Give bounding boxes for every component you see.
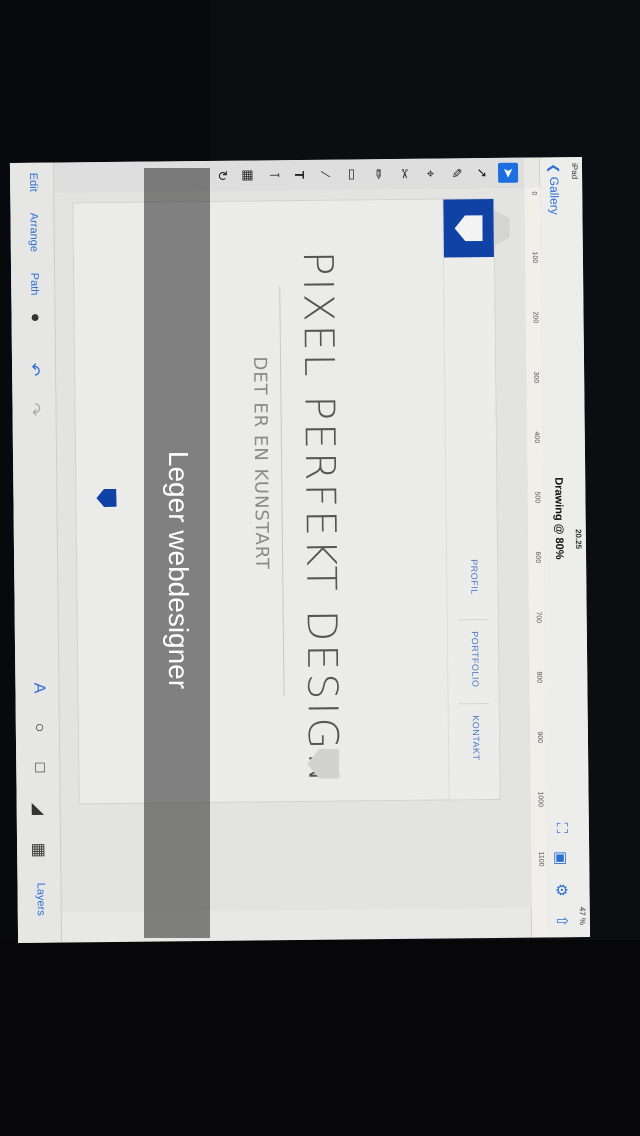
direct-select-icon[interactable]: ➚ [472, 163, 492, 183]
undo-icon[interactable]: ↶ [24, 363, 44, 377]
ruler-tick: 900 [535, 731, 544, 744]
line-tool-icon[interactable]: ∕ [316, 165, 336, 185]
font-icon[interactable]: A [29, 683, 47, 694]
select-arrow-icon[interactable]: ➤ [497, 162, 519, 183]
menu-item-profil[interactable]: PROFIL [469, 559, 479, 595]
fit-screen-icon[interactable]: ⛶ [552, 822, 570, 833]
carrier-label: iPad [569, 163, 580, 180]
artboard[interactable]: PROFIL PORTFOLIO KONTAKT PIXEL PERFEKT D… [72, 197, 500, 805]
path-button[interactable]: Path [28, 273, 40, 296]
eraser-icon[interactable]: ▭ [342, 164, 362, 184]
share-icon[interactable]: ⇧ [553, 915, 571, 928]
fill-icon[interactable]: ◢ [29, 803, 49, 816]
ruler-tick: 0 [530, 191, 538, 196]
menu-item-portfolio[interactable]: PORTFOLIO [470, 631, 481, 687]
gradient-icon[interactable]: ○ [30, 723, 48, 733]
image-icon[interactable]: ▣ [552, 851, 570, 865]
ruler-tick: 200 [531, 311, 539, 324]
nav-actions: ⛶ ▣ ⚙ ⇧ [552, 822, 571, 927]
stroke-icon[interactable]: □ [30, 763, 48, 773]
logo [443, 198, 494, 258]
node-tool-icon[interactable]: ⌖ [420, 164, 440, 184]
ruler-tick: 600 [534, 551, 542, 564]
menu-divider [458, 703, 489, 705]
small-shield-icon [96, 489, 116, 507]
ruler-tick: 100 [530, 251, 539, 264]
bottom-toolbar: Edit Arrange Path ● ↶ ↷ A ○ □ ◢ ▦ Layers [9, 162, 63, 943]
pencil-icon[interactable]: ✏ [368, 164, 388, 184]
menu-item-kontakt[interactable]: KONTAKT [471, 715, 481, 760]
hero-subline: DET ER EN KUNSTART [248, 356, 273, 571]
menu-divider [457, 619, 488, 621]
chevron-left-icon: ❮ [546, 163, 562, 177]
caption-text: Leger webdesigner [163, 450, 194, 690]
hero-headline: PIXEL PERFEKT DESIGN [293, 250, 348, 787]
ruler-tick: 400 [532, 431, 540, 444]
ruler-tick: 800 [535, 671, 543, 684]
edit-button[interactable]: Edit [27, 173, 39, 192]
shield-icon [455, 215, 483, 241]
drawing-canvas[interactable]: PROFIL PORTFOLIO KONTAKT PIXEL PERFEKT D… [54, 187, 532, 913]
crop-icon[interactable]: ▦ [238, 165, 258, 185]
ruler-tick: 1000 [536, 791, 544, 808]
layers-button[interactable]: Layers [34, 883, 46, 916]
ruler-tick: 500 [533, 491, 541, 504]
website-nav: PROFIL PORTFOLIO KONTAKT [442, 198, 500, 800]
rotate-icon[interactable]: ↻ [212, 166, 232, 186]
scissors-icon[interactable]: ✂ [394, 164, 414, 184]
ruler-tick: 300 [532, 371, 540, 384]
screen-content: iPad 20.25 47 % ❮ Gallery Drawing @ 80% … [9, 157, 591, 943]
battery-level: 47 % [577, 906, 587, 926]
ruler-tick: 700 [534, 611, 542, 624]
photo-background-bottom [0, 940, 640, 1136]
gallery-back-label: Gallery [547, 176, 562, 215]
clock: 20.25 [573, 529, 584, 550]
redo-icon[interactable]: ↷ [24, 403, 44, 417]
eyedropper-icon[interactable]: ⊺ [264, 165, 284, 185]
arrange-button[interactable]: Arrange [27, 213, 39, 252]
gear-icon[interactable]: ⚙ [553, 883, 571, 897]
page-title: Drawing @ 80% [552, 477, 566, 560]
ipad-screen: iPad 20.25 47 % ❮ Gallery Drawing @ 80% … [9, 157, 591, 943]
ruler-tick: 1100 [537, 851, 545, 867]
swatches-icon[interactable]: ▦ [29, 843, 49, 858]
pen-tool-icon[interactable]: ✎ [446, 163, 466, 183]
hero-divider [279, 286, 285, 697]
text-tool-icon[interactable]: T [290, 165, 310, 185]
gallery-back-button[interactable]: ❮ Gallery [547, 163, 562, 215]
color-wheel-icon[interactable]: ● [26, 313, 44, 323]
